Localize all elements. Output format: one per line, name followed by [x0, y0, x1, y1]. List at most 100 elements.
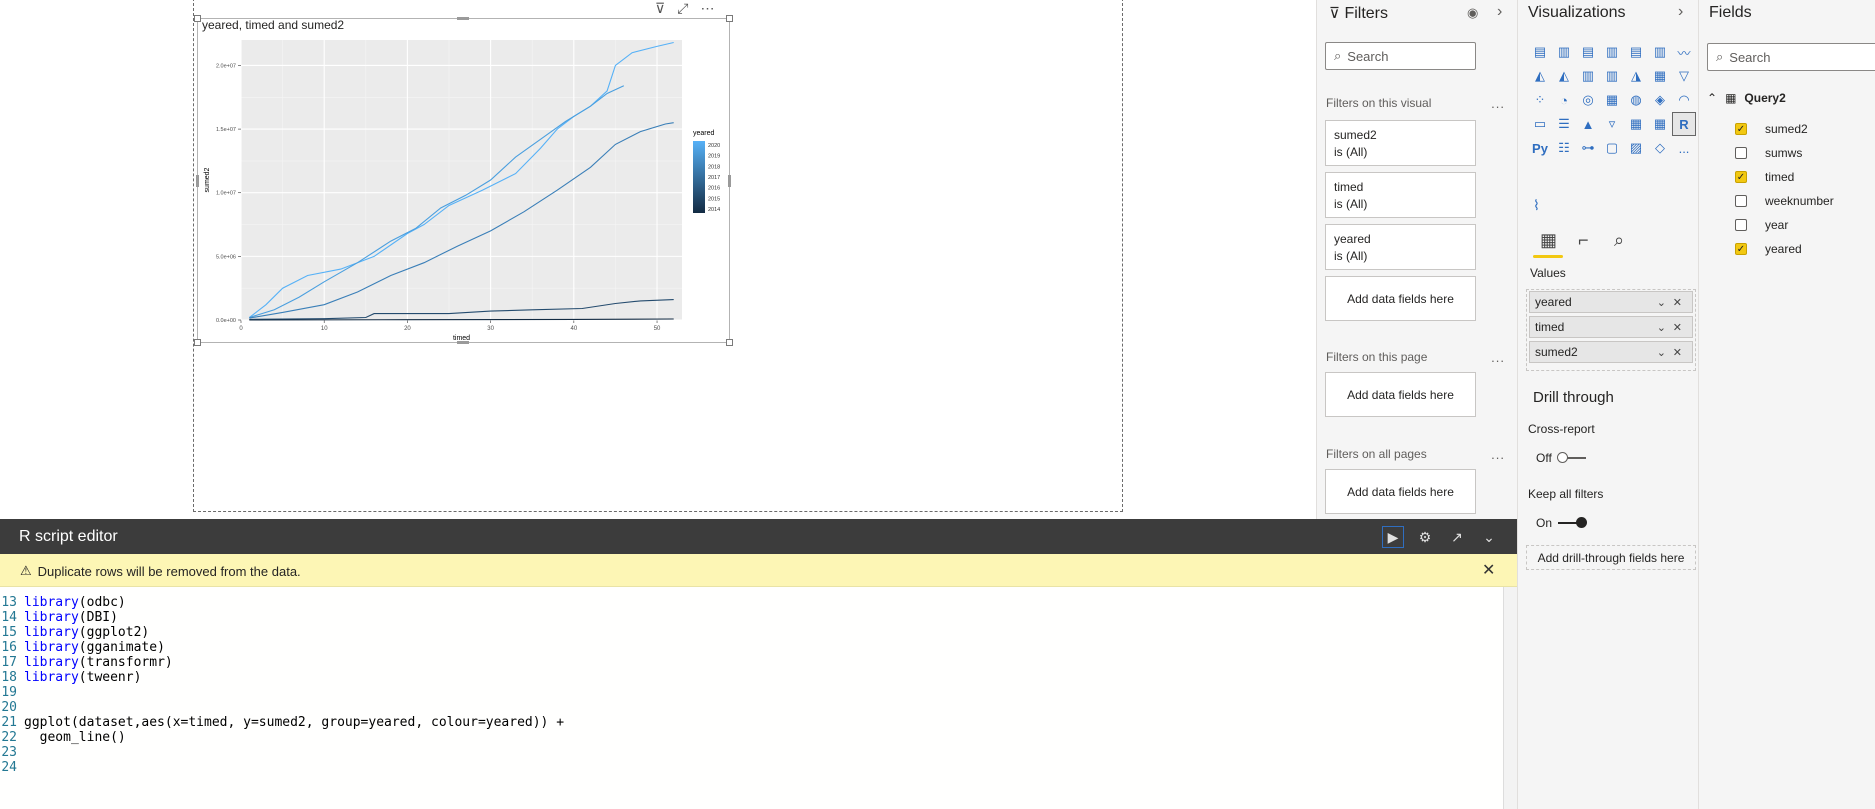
python-visual-icon[interactable]: Py [1528, 136, 1552, 160]
100-stacked-column-chart-icon[interactable]: ▥ [1648, 40, 1672, 64]
line-and-column-chart-icon[interactable]: ▥ [1576, 64, 1600, 88]
remove-field-icon[interactable]: ✕ [1673, 346, 1688, 359]
resize-handle-top[interactable] [457, 17, 469, 20]
scatter-chart-icon[interactable]: ⁘ [1528, 88, 1552, 112]
chevron-down-icon[interactable]: ⌄ [1657, 321, 1672, 334]
fields-tab-icon[interactable]: ▦ [1540, 230, 1557, 251]
line-chart-icon[interactable]: 〰 [1672, 40, 1696, 64]
100-stacked-bar-chart-icon[interactable]: ▤ [1624, 40, 1648, 64]
report-canvas[interactable]: ⊽ ⤢ ⋯ yeared, timed and sumed2 0 10 20 30 40 5… [0, 0, 1316, 519]
value-well-sumed2[interactable]: sumed2 ⌄ ✕ [1529, 341, 1693, 363]
field-timed[interactable]: ✓ timed [1735, 170, 1794, 184]
collapse-editor-icon[interactable]: ⌄ [1478, 526, 1500, 548]
collapse-filters-icon[interactable]: › [1497, 3, 1502, 21]
smart-narrative-icon[interactable]: ▨ [1624, 136, 1648, 160]
filled-map-icon[interactable]: ◈ [1648, 88, 1672, 112]
add-all-pages-filter-drop-zone[interactable]: Add data fields here [1325, 469, 1476, 514]
pie-chart-icon[interactable]: ◔ [1552, 88, 1576, 112]
open-external-editor-icon[interactable]: ↗ [1446, 526, 1468, 548]
format-paint-roller-icon[interactable]: ⌐ [1578, 230, 1589, 251]
editor-scrollbar[interactable] [1503, 587, 1517, 809]
stacked-bar-chart-icon[interactable]: ▤ [1528, 40, 1552, 64]
eye-icon[interactable]: ◉ [1467, 5, 1478, 21]
qna-icon[interactable]: ▢ [1600, 136, 1624, 160]
field-checkbox[interactable]: ✓ [1735, 123, 1747, 135]
chevron-down-icon[interactable]: ⌄ [1657, 346, 1672, 359]
resize-handle-top-right[interactable] [726, 15, 733, 22]
field-yeared[interactable]: ✓ yeared [1735, 242, 1802, 256]
add-visual-filter-drop-zone[interactable]: Add data fields here [1325, 276, 1476, 321]
clustered-bar-chart-icon[interactable]: ▤ [1576, 40, 1600, 64]
field-weeknumber[interactable]: weeknumber [1735, 194, 1834, 208]
resize-handle-bottom-right[interactable] [726, 339, 733, 346]
clustered-column-chart-icon[interactable]: ▥ [1600, 40, 1624, 64]
remove-field-icon[interactable]: ✕ [1673, 296, 1688, 309]
chevron-down-icon[interactable]: ⌄ [1657, 296, 1672, 309]
table-query2[interactable]: ⌃ ▦ Query2 [1707, 91, 1786, 105]
resize-handle-left[interactable] [196, 175, 199, 187]
chevron-up-icon[interactable]: ⌃ [1707, 91, 1717, 105]
run-script-icon[interactable]: ▶ [1382, 526, 1404, 548]
stacked-column-chart-icon[interactable]: ▥ [1552, 40, 1576, 64]
field-checkbox[interactable]: ✓ [1735, 171, 1747, 183]
resize-handle-top-left[interactable] [194, 15, 201, 22]
add-drill-through-drop-zone[interactable]: Add drill-through fields here [1526, 545, 1696, 570]
field-checkbox[interactable] [1735, 195, 1747, 207]
keep-all-filters-toggle[interactable]: On [1536, 516, 1588, 530]
custom-visual-icon[interactable]: ⌇ [1533, 197, 1540, 214]
table-icon[interactable]: ▦ [1624, 112, 1648, 136]
r-visual-icon[interactable]: R [1672, 112, 1696, 136]
filter-card-sumed2[interactable]: sumed2 is (All) [1325, 120, 1476, 166]
field-checkbox[interactable]: ✓ [1735, 243, 1747, 255]
remove-field-icon[interactable]: ✕ [1673, 321, 1688, 334]
filter-card-yeared[interactable]: yeared is (All) [1325, 224, 1476, 270]
fields-search-input[interactable]: ⌕ Search [1707, 43, 1875, 71]
ribbon-chart-icon[interactable]: ◮ [1624, 64, 1648, 88]
cross-report-toggle[interactable]: Off [1536, 451, 1586, 465]
map-icon[interactable]: ◍ [1624, 88, 1648, 112]
more-options-icon[interactable]: ⋯ [700, 0, 714, 16]
area-chart-icon[interactable]: ◭ [1528, 64, 1552, 88]
funnel-chart-icon[interactable]: ▽ [1672, 64, 1696, 88]
card-icon[interactable]: ▭ [1528, 112, 1552, 136]
filter-card-timed[interactable]: timed is (All) [1325, 172, 1476, 218]
field-year[interactable]: year [1735, 218, 1788, 232]
power-apps-icon[interactable]: ◇ [1648, 136, 1672, 160]
analytics-magnifier-icon[interactable]: ⌕ [1614, 230, 1624, 251]
filters-all-pages-more-icon[interactable]: ... [1491, 447, 1505, 462]
filters-on-visual-more-icon[interactable]: ... [1491, 96, 1505, 111]
field-sumws[interactable]: sumws [1735, 146, 1802, 160]
close-icon[interactable]: ✕ [1482, 560, 1495, 580]
donut-chart-icon[interactable]: ◎ [1576, 88, 1600, 112]
settings-gear-icon[interactable]: ⚙ [1414, 526, 1436, 548]
value-well-timed[interactable]: timed ⌄ ✕ [1529, 316, 1693, 338]
stacked-area-chart-icon[interactable]: ◭ [1552, 64, 1576, 88]
decomposition-tree-icon[interactable]: ⊶ [1576, 136, 1600, 160]
more-visuals-icon[interactable]: ... [1672, 136, 1696, 160]
waterfall-chart-icon[interactable]: ▦ [1648, 64, 1672, 88]
filters-search-input[interactable]: ⌕ Search [1325, 42, 1476, 70]
filter-icon[interactable]: ⊽ [655, 0, 665, 16]
slicer-icon[interactable]: ▿ [1600, 112, 1624, 136]
filters-on-page-more-icon[interactable]: ... [1491, 350, 1505, 365]
kpi-icon[interactable]: ▲ [1576, 112, 1600, 136]
code-rest: (tweenr) [78, 670, 142, 685]
treemap-icon[interactable]: ▦ [1600, 88, 1624, 112]
field-checkbox[interactable] [1735, 219, 1747, 231]
r-visual[interactable]: yeared, timed and sumed2 0 10 20 30 40 50 0.0e+… [194, 15, 733, 346]
focus-mode-icon[interactable]: ⤢ [677, 0, 688, 16]
multi-row-card-icon[interactable]: ☰ [1552, 112, 1576, 136]
collapse-visualizations-icon[interactable]: › [1678, 3, 1683, 21]
key-influencers-icon[interactable]: ☷ [1552, 136, 1576, 160]
add-page-filter-drop-zone[interactable]: Add data fields here [1325, 372, 1476, 417]
field-checkbox[interactable] [1735, 147, 1747, 159]
value-well-yeared[interactable]: yeared ⌄ ✕ [1529, 291, 1693, 313]
resize-handle-right[interactable] [728, 175, 731, 187]
gauge-icon[interactable]: ◠ [1672, 88, 1696, 112]
line-and-stacked-column-chart-icon[interactable]: ▥ [1600, 64, 1624, 88]
field-sumed2[interactable]: ✓ sumed2 [1735, 122, 1808, 136]
r-code-editor[interactable]: 13 library(odbc) 14 library(DBI) 15 library(g… [0, 587, 1503, 809]
resize-handle-bottom[interactable] [457, 341, 469, 344]
resize-handle-bottom-left[interactable] [194, 339, 201, 346]
matrix-icon[interactable]: ▦ [1648, 112, 1672, 136]
